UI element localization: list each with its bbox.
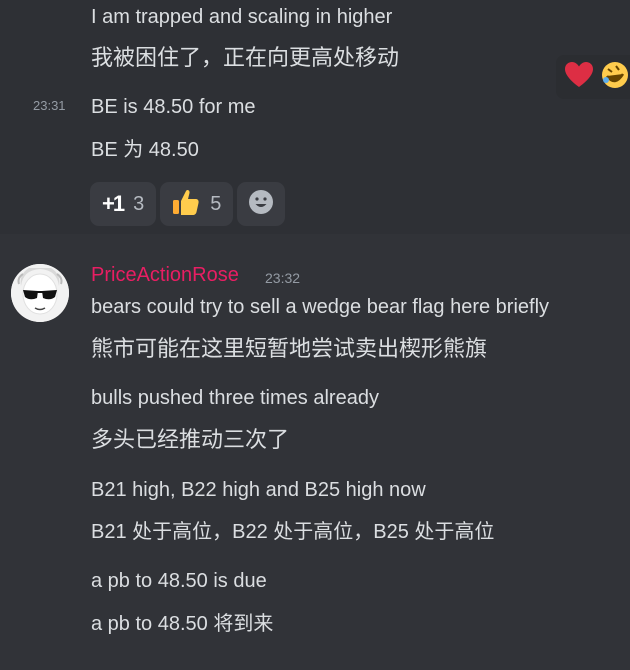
message-hover-toolbar	[556, 55, 630, 99]
reaction-count: 5	[210, 192, 222, 215]
message-line: 多头已经推动三次了	[91, 427, 290, 452]
message-line: bulls pushed three times already	[91, 387, 379, 409]
avatar[interactable]	[11, 264, 69, 322]
message-line: 我被困住了，正在向更高处移动	[91, 45, 400, 70]
message-line: B21 处于高位，B22 处于高位，B25 处于高位	[91, 521, 495, 543]
username[interactable]: PriceActionRose	[91, 264, 239, 287]
message-line: 熊市可能在这里短暂地尝试卖出楔形熊旗	[91, 336, 488, 361]
message-timestamp: 23:32	[265, 270, 301, 286]
message-line: a pb to 48.50 is due	[91, 570, 267, 592]
reaction-plus-one[interactable]: +1 3	[90, 182, 157, 226]
message-line: a pb to 48.50 将到来	[91, 613, 274, 635]
smiley-icon	[248, 189, 274, 220]
rofl-reaction-icon[interactable]	[600, 60, 630, 95]
reaction-count: 3	[133, 192, 145, 215]
add-reaction-button[interactable]	[237, 182, 286, 226]
message-timestamp: 23:31	[33, 98, 66, 113]
message-line: BE 为 48.50	[91, 139, 199, 161]
message-line: BE is 48.50 for me	[91, 96, 256, 118]
reactions-bar: +1 3 5	[90, 182, 286, 226]
heart-reaction-icon[interactable]	[564, 61, 594, 94]
plus-one-icon: +1	[102, 191, 125, 216]
message-line: I am trapped and scaling in higher	[91, 6, 393, 28]
thumbs-up-icon	[172, 188, 200, 221]
message-line: B21 high, B22 high and B25 high now	[91, 479, 426, 501]
reaction-thumbs-up[interactable]: 5	[160, 182, 234, 226]
message-line: bears could try to sell a wedge bear fla…	[91, 296, 550, 318]
